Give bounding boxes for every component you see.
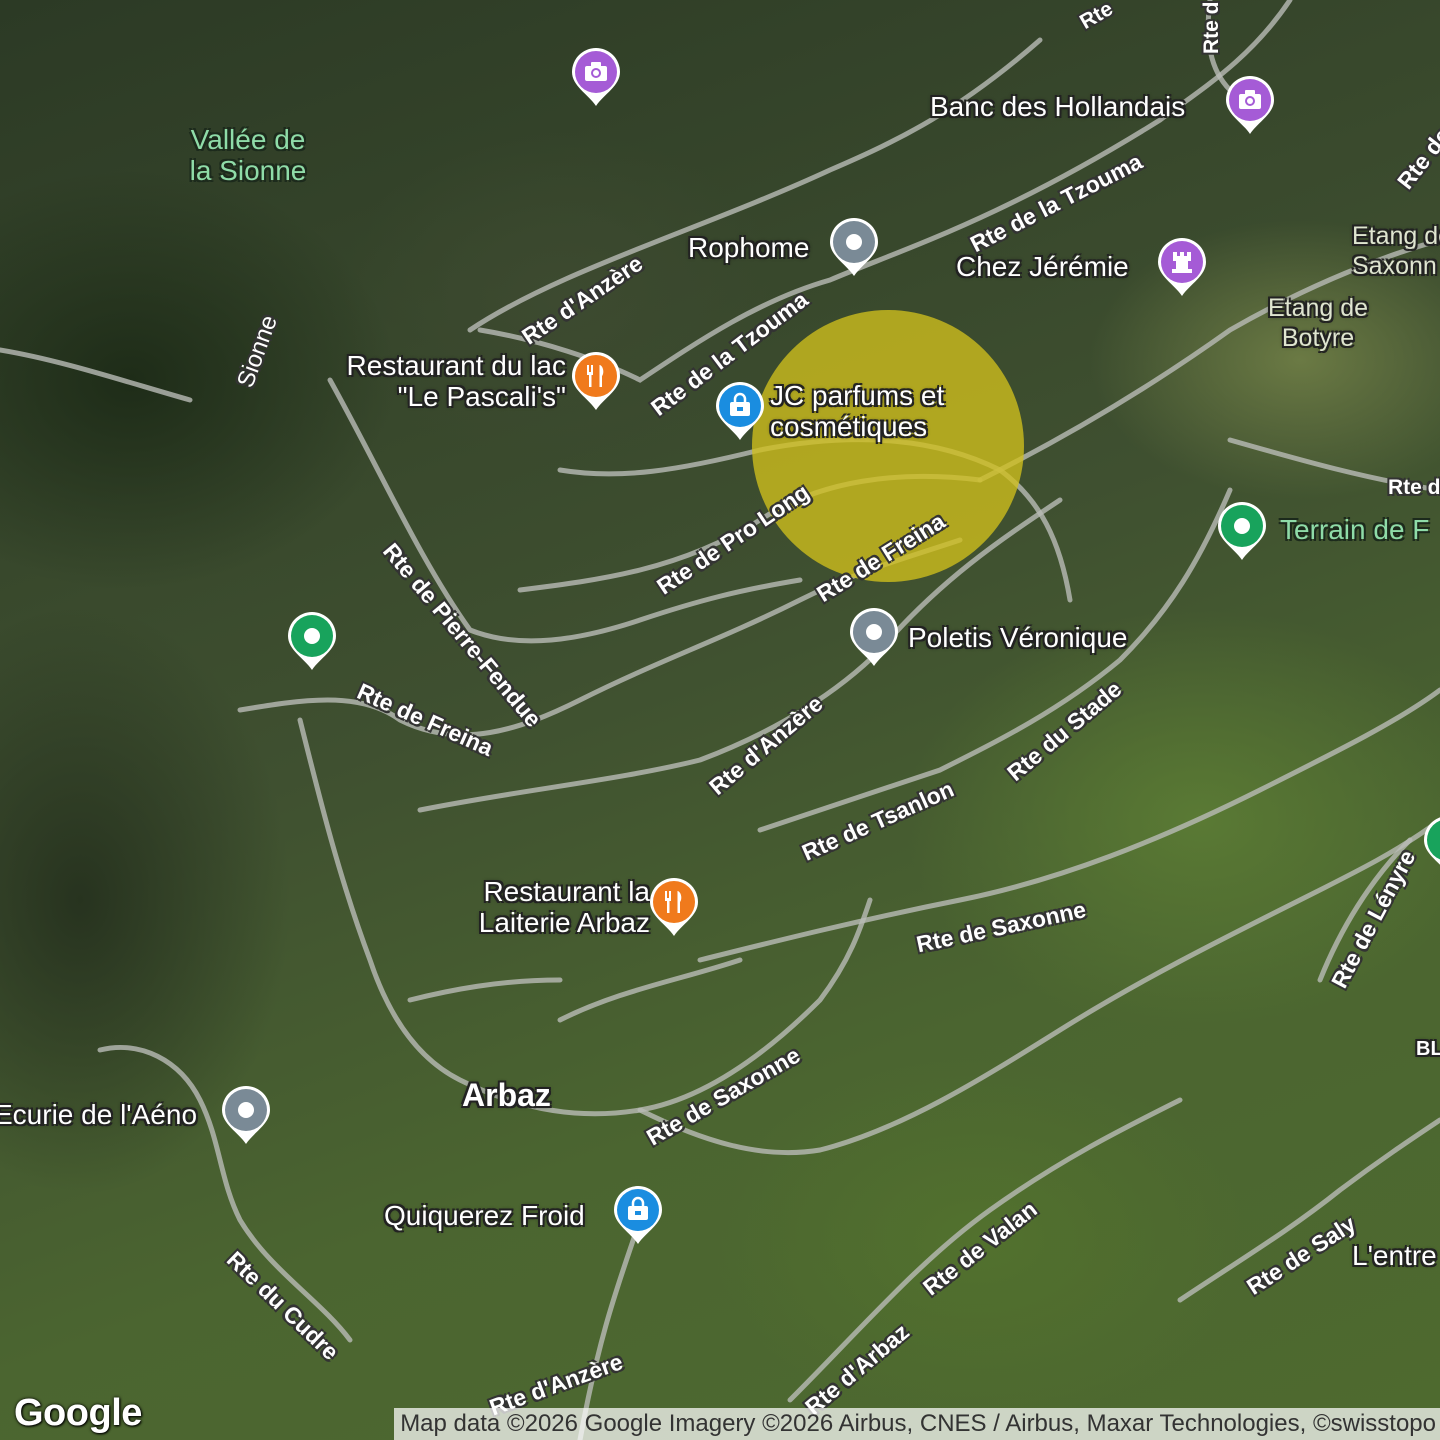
pin-ecurie[interactable] [220,1084,272,1146]
place-label-rophome[interactable]: Rophome [688,232,809,263]
pin-banc-des-hollandais[interactable] [1224,74,1276,136]
place-label-etang-saxonn[interactable]: Etang de Saxonn [1352,221,1440,281]
place-label-bl[interactable]: BL [1416,1034,1440,1065]
pin-park-edge[interactable] [1422,814,1440,876]
pin-rophome[interactable] [828,216,880,278]
dot-icon [1234,518,1250,534]
place-label-terrain[interactable]: Terrain de F [1280,514,1429,545]
pin-park[interactable] [286,610,338,672]
google-logo: Google [14,1392,142,1434]
pin-poletis[interactable] [848,606,900,668]
place-label-laiterie[interactable]: Restaurant la Laiterie Arbaz [440,876,650,938]
dot-icon [304,628,320,644]
place-label-ecurie[interactable]: Ecurie de l'Aéno [0,1099,197,1130]
place-label-lentre[interactable]: L'entre [1352,1240,1437,1271]
pin-quiquerez[interactable] [612,1184,664,1246]
place-label-pascalis[interactable]: Restaurant du lac "Le Pascali's" [326,350,566,412]
place-label-etang-botyre[interactable]: Etang de Botyre [1258,293,1378,353]
place-label-banc[interactable]: Banc des Hollandais [930,91,1185,122]
place-label-arbaz[interactable]: Arbaz [462,1079,551,1111]
map-attribution[interactable]: Map data ©2026 Google Imagery ©2026 Airb… [394,1408,1440,1440]
road-label: Rte d [1200,1,1223,55]
dot-icon [846,234,862,250]
pin-restaurant-laiterie[interactable] [648,876,700,938]
place-label-poletis[interactable]: Poletis Véronique [908,622,1127,653]
road-network [0,0,1440,1440]
place-label-quiquerez[interactable]: Quiquerez Froid [384,1200,585,1231]
pin-jc-parfums[interactable] [714,380,766,442]
pin-chez-jeremie[interactable] [1156,236,1208,298]
pin-restaurant-pascalis[interactable] [570,350,622,412]
map-canvas[interactable]: Vallée de la Sionne Banc des Hollandais … [0,0,1440,1440]
pin-terrain[interactable] [1216,500,1268,562]
road-label: Rte d [1388,476,1440,499]
place-label-jc-parfums[interactable]: JC parfums et cosmétiques [770,380,980,442]
dot-icon [238,1102,254,1118]
dot-icon [866,624,882,640]
place-label-vallee[interactable]: Vallée de la Sionne [178,124,318,186]
pin-photo[interactable] [570,46,622,108]
